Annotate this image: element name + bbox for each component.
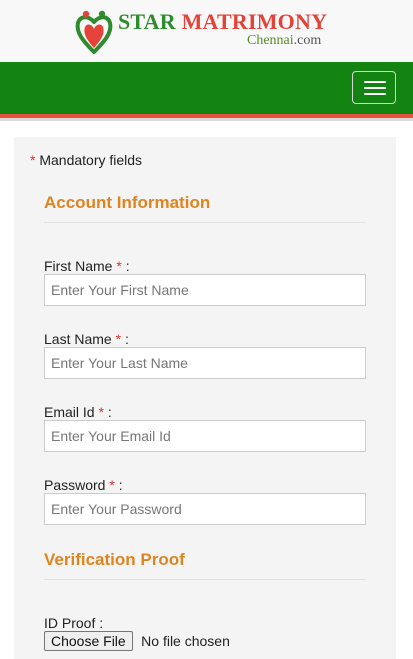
id-proof-file-input: Choose File No file chosen [44, 631, 230, 653]
brand-title: STAR MATRIMONY [118, 9, 328, 34]
section-divider [44, 579, 366, 580]
brand-logo[interactable]: STAR MATRIMONY Chennai.com [74, 6, 344, 56]
file-status-text: No file chosen [141, 633, 230, 649]
first-name-input[interactable] [44, 274, 366, 306]
menu-toggle-button[interactable] [352, 71, 396, 104]
first-name-label: First Name * : [44, 258, 130, 274]
last-name-label: Last Name * : [44, 331, 129, 347]
email-id-input[interactable] [44, 420, 366, 452]
navbar-shadow [0, 118, 413, 121]
main-navbar [0, 62, 413, 114]
hamburger-icon-bar [364, 93, 386, 95]
brand-subtitle: Chennai.com [247, 33, 322, 48]
choose-file-button[interactable]: Choose File [44, 631, 133, 651]
account-information-heading: Account Information [44, 193, 211, 212]
site-header: STAR MATRIMONY Chennai.com [0, 0, 413, 62]
verification-proof-heading: Verification Proof [44, 550, 185, 569]
last-name-input[interactable] [44, 347, 366, 379]
email-id-label: Email Id * : [44, 404, 112, 420]
registration-form-panel [14, 137, 396, 659]
heart-couple-logo-icon [75, 10, 113, 54]
section-divider [44, 222, 366, 223]
password-label: Password * : [44, 477, 123, 493]
hamburger-icon [364, 81, 386, 83]
hamburger-icon-bar [364, 87, 386, 89]
mandatory-note: * Mandatory fields [30, 152, 143, 168]
password-input[interactable] [44, 493, 366, 525]
id-proof-label: ID Proof : [44, 615, 104, 631]
